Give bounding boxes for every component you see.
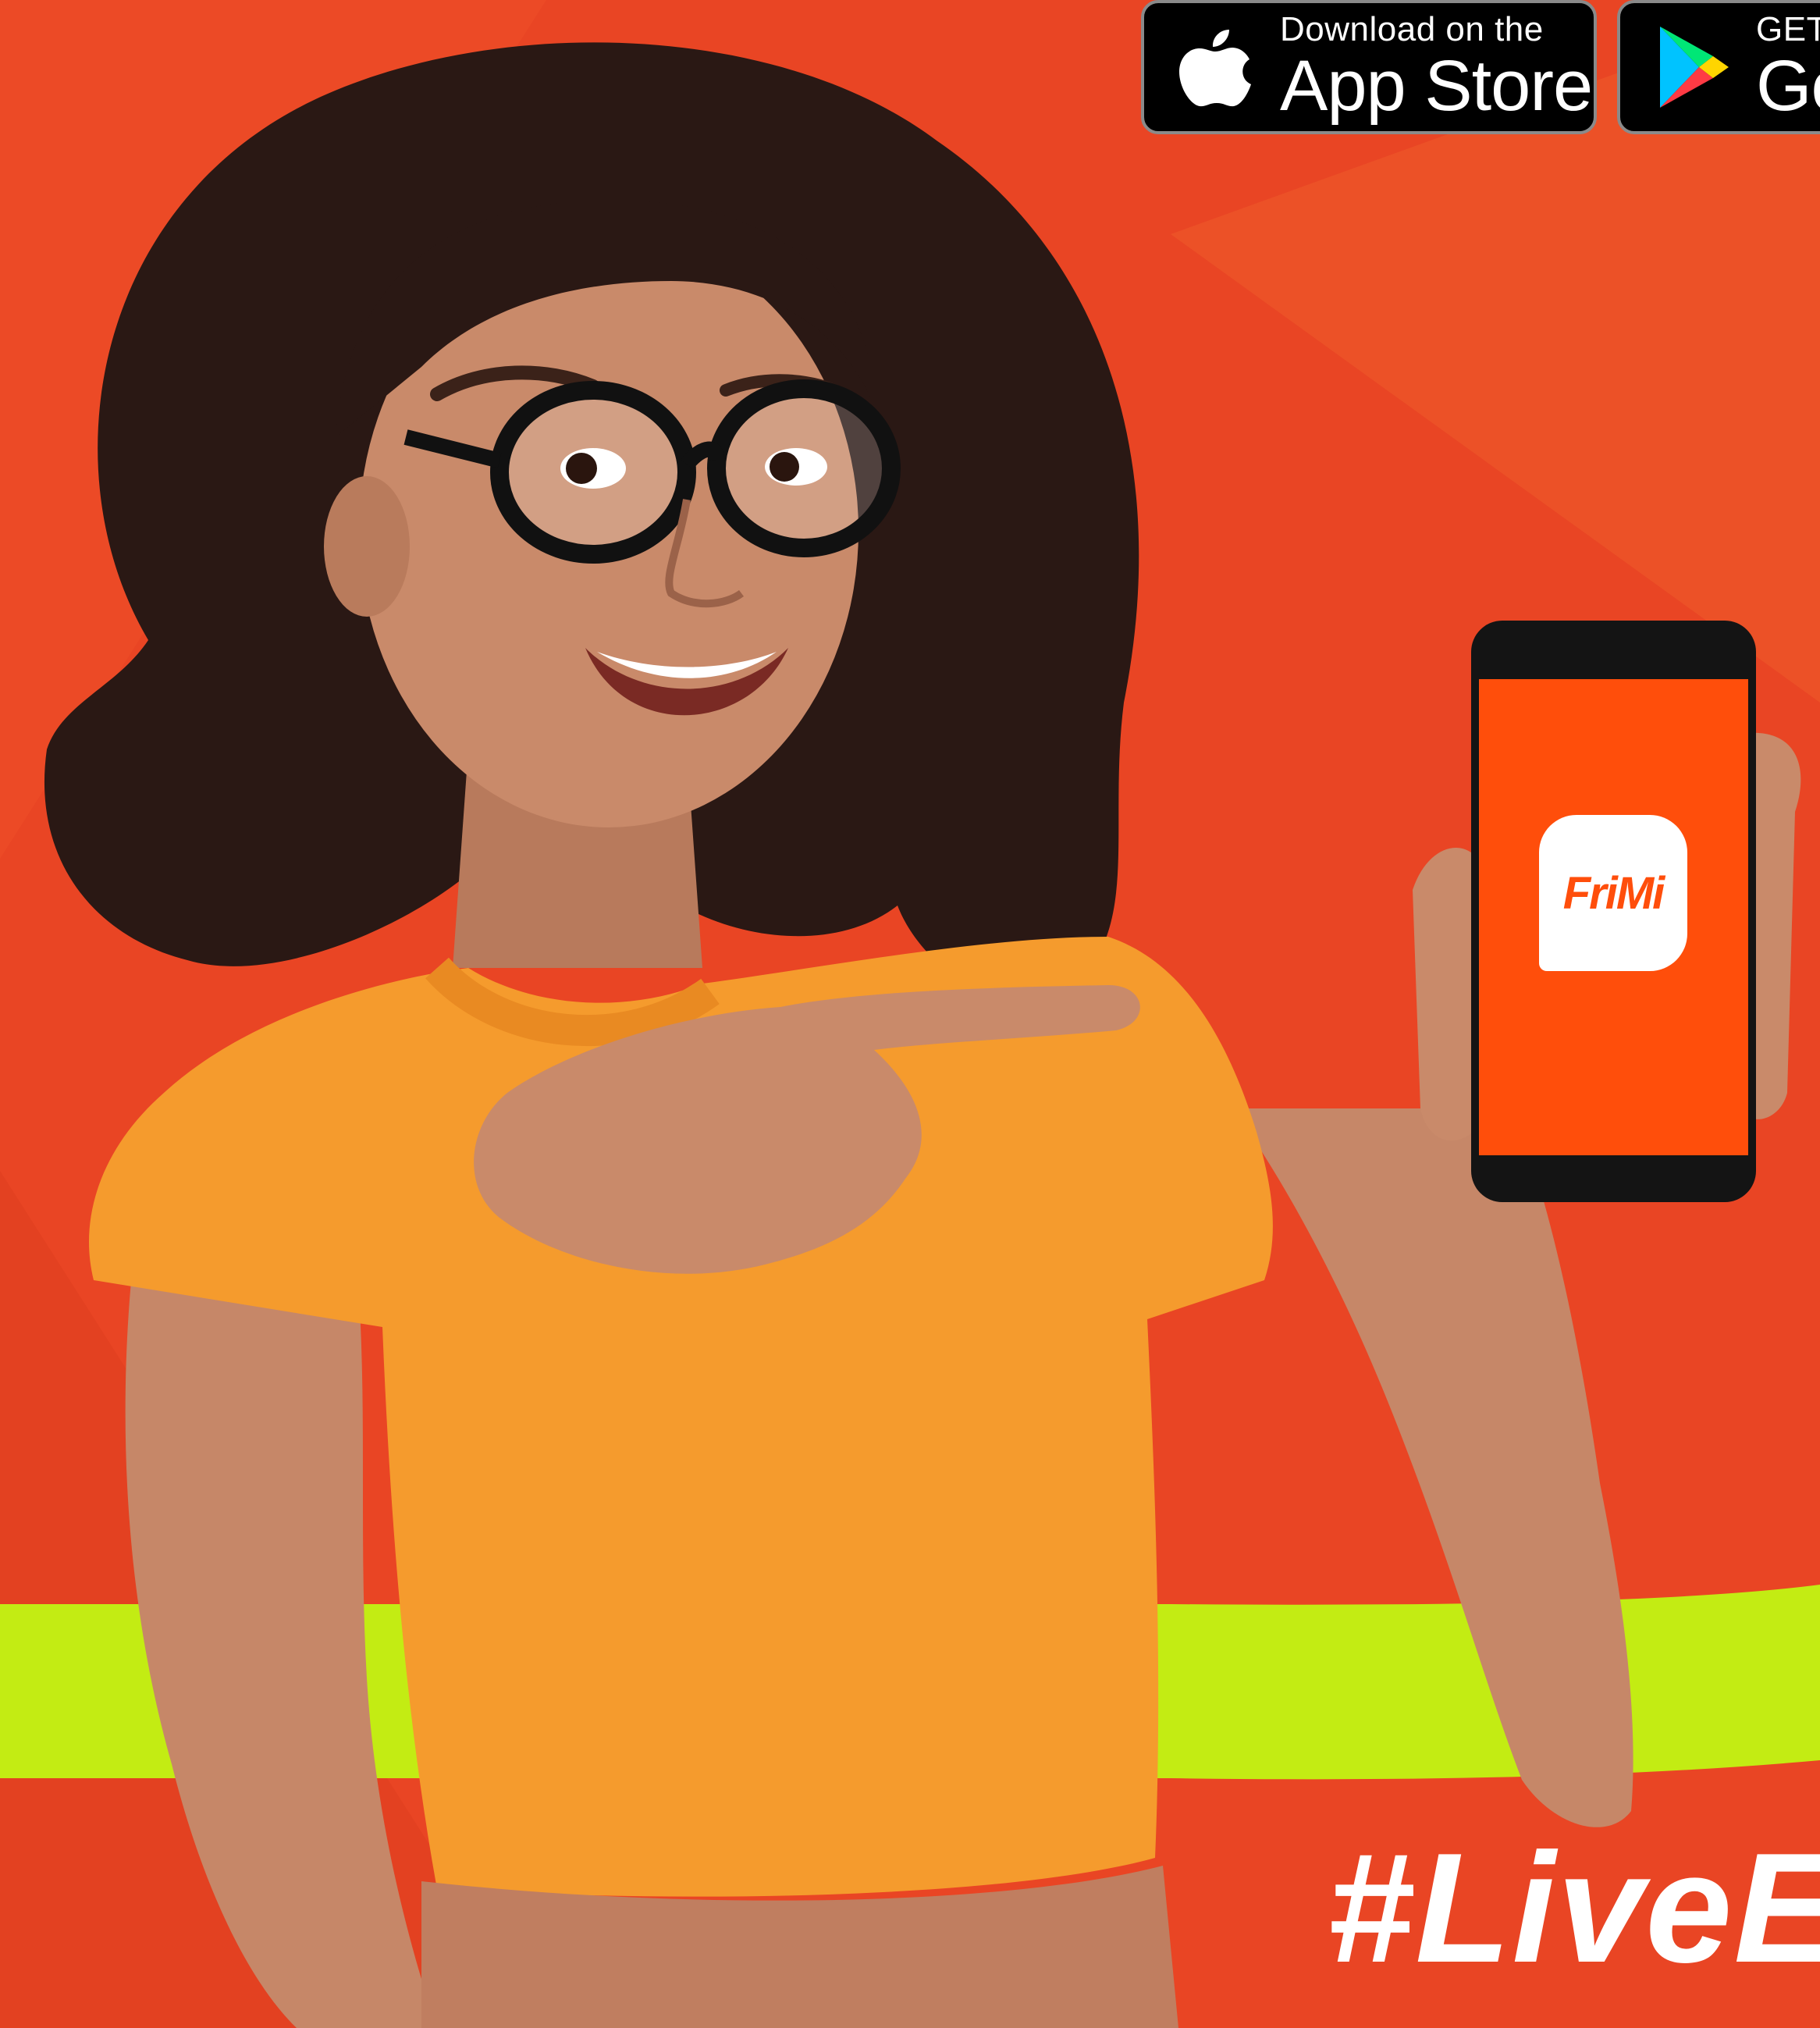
frimi-logo-text: FriMi [1562,867,1665,919]
campaign-hashtag: #LiveEffortlessly [1327,1821,1820,1995]
google-play-button[interactable]: GET IT ON Google Play [1617,0,1820,134]
app-store-small-text: Download on the [1280,10,1544,48]
google-play-big-text: Google Play [1756,46,1820,126]
photo-scene [0,0,1820,2028]
promo-banner: FriMi Download on the App Store GET IT O… [0,0,1820,2028]
app-store-button[interactable]: Download on the App Store [1141,0,1597,134]
pupil [566,453,597,484]
pupil [770,452,799,482]
app-store-big-text: App Store [1280,46,1593,126]
apple-icon [1179,30,1251,107]
ear [324,476,410,617]
google-play-icon [1660,27,1729,108]
frimi-app-logo: FriMi [1539,815,1687,971]
google-play-small-text: GET IT ON [1756,10,1820,48]
